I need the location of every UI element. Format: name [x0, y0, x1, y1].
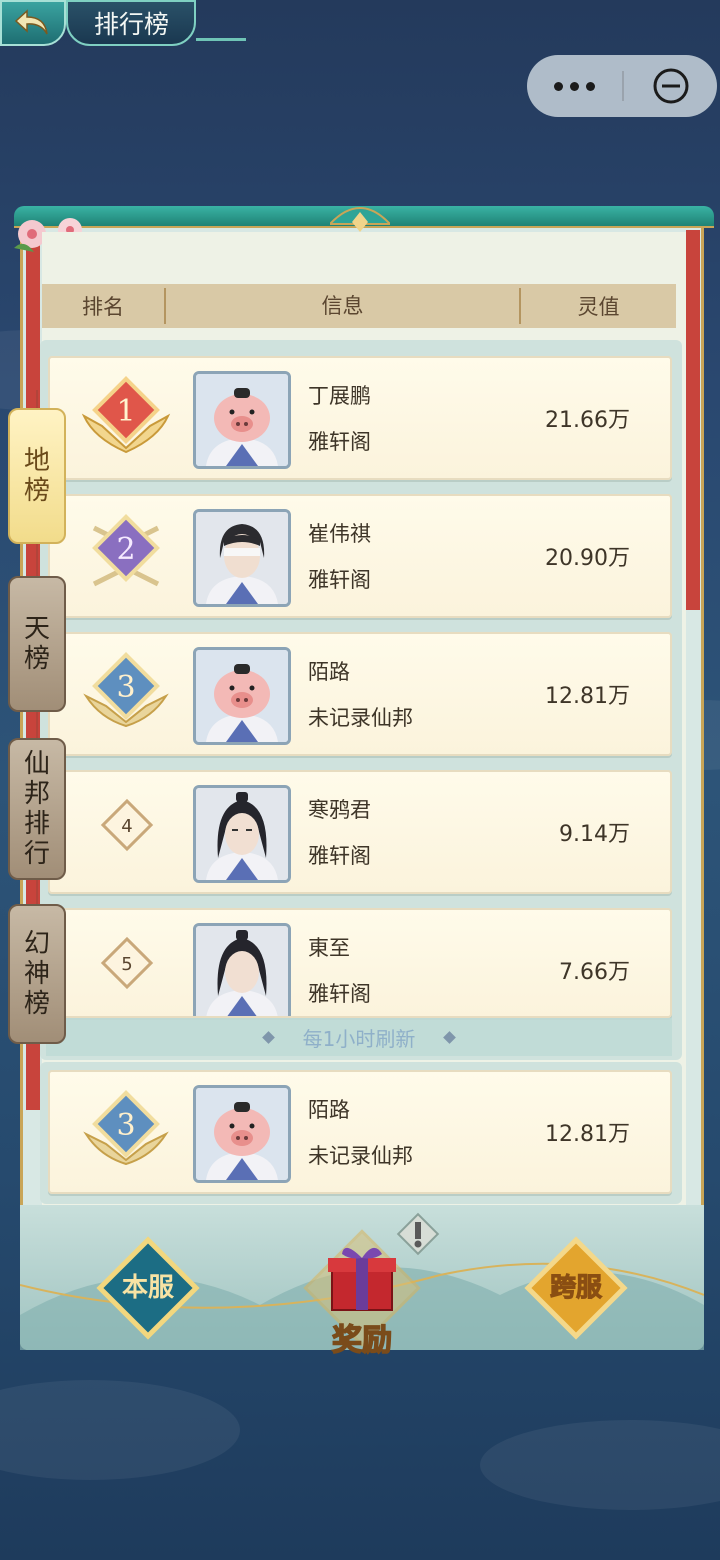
rank-badge-purple-icon: 2	[92, 514, 160, 587]
pig-avatar[interactable]	[193, 371, 291, 469]
tab-label: 仙 邦 排 行	[23, 749, 50, 869]
page-title: 排行榜	[94, 10, 170, 39]
pig-avatar[interactable]	[193, 1085, 291, 1183]
table-row[interactable]: 4 寒鸦君 雅轩阁 9.14万	[48, 770, 672, 894]
pig-avatar[interactable]	[193, 647, 291, 745]
player-name: 陌路	[308, 1098, 350, 1122]
swordsman-avatar[interactable]	[193, 923, 291, 1016]
tab-label: 地 榜	[23, 446, 50, 506]
page-title-pill: 排行榜	[66, 0, 196, 46]
swordsman-avatar[interactable]	[193, 785, 291, 883]
tab-earth-rank[interactable]: 地 榜	[8, 408, 66, 544]
reward-label: 奖励	[332, 1323, 392, 1358]
tab-guild-rank[interactable]: 仙 邦 排 行	[8, 738, 66, 880]
rank-badge-gold-icon: 1	[81, 376, 171, 454]
rank-number: 4	[121, 816, 132, 837]
table-row[interactable]: 2 崔伟祺 雅轩阁 20.90万	[48, 494, 672, 618]
score-value: 20.90万	[545, 546, 630, 571]
right-pole	[686, 230, 700, 610]
blindfold-avatar[interactable]	[193, 509, 291, 607]
cross-server-button[interactable]: 跨服	[520, 1232, 632, 1348]
rank-badge-plain-icon: 4	[100, 798, 154, 852]
diamond-divider-icon	[443, 1030, 457, 1044]
gem-ornament-icon	[330, 207, 390, 232]
score-value: 9.14万	[559, 822, 630, 847]
back-button[interactable]	[0, 0, 66, 46]
more-dots-icon[interactable]	[527, 81, 622, 91]
table-row[interactable]: 3 陌路 未记录仙邦 12.81万	[48, 632, 672, 756]
guild-name: 雅轩阁	[308, 568, 371, 592]
tab-phantom-rank[interactable]: 幻 神 榜	[8, 904, 66, 1044]
score-value: 12.81万	[545, 684, 630, 709]
rank-badge-plain-icon: 5	[100, 936, 154, 990]
minus-circle-icon[interactable]	[624, 67, 717, 105]
tab-heaven-rank[interactable]: 天 榜	[8, 576, 66, 712]
player-name: 陌路	[308, 660, 350, 684]
rank-badge-blue-icon: 3	[83, 652, 169, 728]
rank-number: 2	[116, 532, 135, 567]
mini-program-capsule	[527, 55, 717, 117]
guild-name: 未记录仙邦	[308, 1144, 413, 1168]
table-row[interactable]: 5 東至 雅轩阁 7.66万	[48, 908, 672, 1018]
guild-name: 雅轩阁	[308, 982, 371, 1006]
table-header: 排名 信息 灵值	[42, 284, 676, 328]
guild-name: 雅轩阁	[308, 844, 371, 868]
self-rank-row[interactable]: 3 陌路 未记录仙邦 12.81万	[48, 1070, 672, 1194]
title-decoration	[196, 38, 246, 41]
rank-number: 3	[116, 1108, 135, 1143]
table-row[interactable]: 1 丁展鹏 雅轩阁 21.66万	[48, 356, 672, 480]
guild-name: 雅轩阁	[308, 430, 371, 454]
diamond-divider-icon	[261, 1030, 275, 1044]
local-server-button[interactable]: 本服	[92, 1232, 204, 1348]
refresh-note: 每1小时刷新	[302, 1026, 416, 1051]
rank-number: 5	[121, 954, 132, 975]
tab-label: 幻 神 榜	[23, 929, 50, 1019]
player-name: 丁展鹏	[308, 384, 371, 408]
tab-label: 天 榜	[23, 614, 50, 674]
score-value: 12.81万	[545, 1122, 630, 1147]
local-server-label: 本服	[122, 1273, 175, 1303]
column-score: 灵值	[577, 295, 620, 319]
alert-icon	[396, 1212, 440, 1256]
rank-number: 3	[116, 670, 135, 705]
score-value: 21.66万	[545, 408, 630, 433]
player-name: 崔伟祺	[308, 522, 371, 546]
cross-server-label: 跨服	[550, 1273, 603, 1303]
score-value: 7.66万	[559, 960, 630, 985]
player-name: 東至	[308, 936, 350, 960]
refresh-note-bar: 每1小时刷新	[46, 1018, 672, 1056]
back-arrow-icon	[14, 9, 48, 35]
guild-name: 未记录仙邦	[308, 706, 413, 730]
player-name: 寒鸦君	[308, 798, 371, 822]
rank-badge-blue-icon: 3	[83, 1090, 169, 1166]
column-info: 信息	[164, 288, 521, 324]
rank-number: 1	[116, 394, 135, 429]
column-rank: 排名	[82, 295, 124, 319]
